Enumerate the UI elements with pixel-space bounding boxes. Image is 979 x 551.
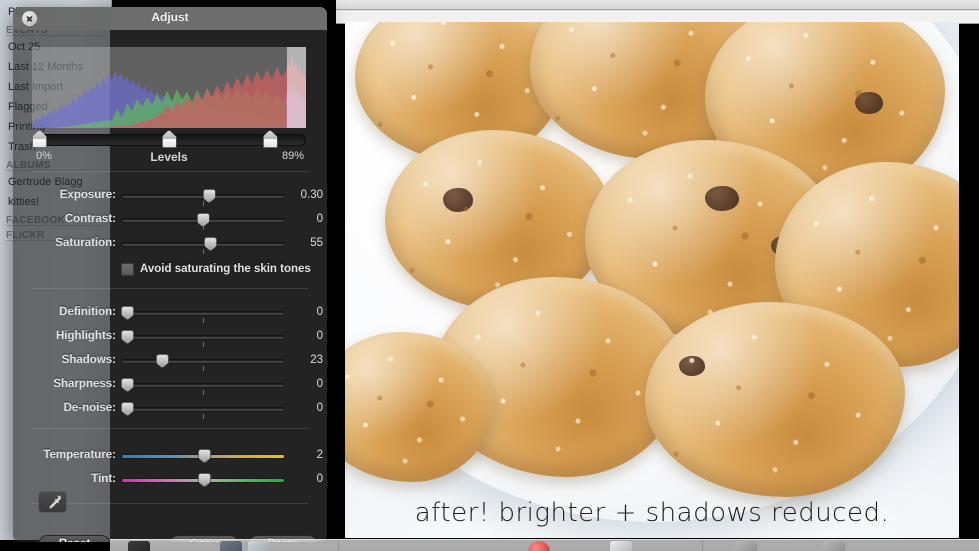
- slider-shadows-center-tick: [203, 366, 204, 371]
- dock-separator: [702, 540, 703, 551]
- slider-temperature-label: Temperature:: [43, 449, 116, 461]
- dock-icon-scanner[interactable]: [248, 541, 270, 551]
- divider-3: [32, 428, 308, 429]
- slider-tint-thumb[interactable]: [198, 473, 211, 487]
- slider-denoise-center-tick: [203, 414, 204, 419]
- slider-highlights-label: Highlights:: [55, 330, 116, 342]
- slider-sharpness-label: Sharpness:: [53, 378, 116, 390]
- slider-highlights-center-tick: [203, 342, 204, 347]
- slider-exposure-center-tick: [203, 201, 204, 206]
- slider-denoise[interactable]: De-noise: 0: [13, 399, 327, 423]
- slider-denoise-value: 0: [316, 402, 323, 414]
- levels-labels: 0% Levels 89%: [32, 150, 306, 166]
- slider-definition-value: 0: [316, 306, 323, 318]
- eyedropper-icon[interactable]: [38, 491, 67, 513]
- viewer-toolbar: [336, 0, 979, 24]
- slider-temperature-thumb[interactable]: [198, 449, 211, 463]
- avoid-skin-tones-checkbox[interactable]: [121, 263, 134, 276]
- dock-icon-folder[interactable]: [220, 541, 242, 551]
- dock-icon-photos[interactable]: [528, 541, 550, 551]
- slider-highlights-track[interactable]: [121, 335, 285, 340]
- slider-tint-value: 0: [316, 473, 323, 485]
- toolbar-rule: [336, 9, 979, 10]
- divider-1: [32, 171, 308, 172]
- dock-icon-terminal[interactable]: [128, 541, 150, 551]
- dock[interactable]: [110, 539, 979, 551]
- slider-denoise-track[interactable]: [121, 407, 285, 412]
- histogram-highlight-region: [287, 47, 306, 128]
- slider-sharpness-center-tick: [203, 390, 204, 395]
- slider-exposure-label: Exposure:: [59, 189, 116, 201]
- chocolate-chip: [443, 188, 473, 212]
- slider-tint-label: Tint:: [91, 473, 116, 485]
- slider-shadows-track[interactable]: [121, 359, 285, 364]
- slider-shadows[interactable]: Shadows: 23: [13, 351, 327, 375]
- slider-temperature[interactable]: Temperature: 2: [13, 446, 327, 470]
- levels-title: Levels: [150, 150, 188, 164]
- slider-sharpness[interactable]: Sharpness: 0: [13, 375, 327, 399]
- slider-shadows-value: 23: [310, 354, 323, 366]
- slider-highlights[interactable]: Highlights: 0: [13, 327, 327, 351]
- slider-contrast[interactable]: Contrast: 0: [13, 210, 327, 234]
- close-icon[interactable]: [22, 11, 37, 26]
- slider-denoise-thumb[interactable]: [121, 402, 134, 416]
- divider-2: [32, 288, 308, 289]
- slider-saturation-value: 55: [310, 237, 323, 249]
- skin-tone-checkbox-row[interactable]: Avoid saturating the skin tones: [13, 262, 327, 280]
- panel-body: 0% Levels 89% Exposure: 0.30 Contrast: 0 Sat…: [13, 30, 327, 542]
- panel-title: Adjust: [151, 10, 189, 24]
- reset-button[interactable]: Reset: [38, 535, 111, 542]
- slider-denoise-label: De-noise:: [63, 402, 116, 414]
- slider-contrast-value: 0: [316, 213, 323, 225]
- dock-icon-document[interactable]: [735, 541, 757, 551]
- slider-definition[interactable]: Definition: 0: [13, 303, 327, 327]
- adjust-panel[interactable]: Adjust 0% Levels 89% Exposure: 0.30 Cont…: [13, 7, 327, 542]
- dock-icon-document[interactable]: [823, 541, 845, 551]
- slider-saturation-thumb[interactable]: [204, 237, 218, 251]
- slider-sharpness-value: 0: [316, 378, 323, 390]
- slider-definition-thumb[interactable]: [121, 306, 134, 320]
- slider-shadows-thumb[interactable]: [155, 354, 169, 368]
- avoid-skin-tones-label: Avoid saturating the skin tones: [140, 263, 311, 275]
- slider-definition-label: Definition:: [59, 306, 116, 318]
- slider-saturation[interactable]: Saturation: 55: [13, 234, 327, 258]
- slider-sharpness-track[interactable]: [121, 383, 285, 388]
- toolbar-rule-highlight: [336, 11, 979, 12]
- slider-highlights-value: 0: [316, 330, 323, 342]
- slider-definition-track[interactable]: [121, 311, 285, 316]
- chocolate-chip: [679, 356, 705, 376]
- slider-shadows-label: Shadows:: [61, 354, 116, 366]
- levels-black-point-handle[interactable]: [32, 130, 47, 148]
- slider-sharpness-thumb[interactable]: [121, 378, 134, 392]
- screen: PlacesEVENTSOct 25Last 12 MonthsLast Imp…: [0, 0, 979, 551]
- slider-contrast-label: Contrast:: [64, 213, 116, 225]
- slider-definition-center-tick: [203, 318, 204, 323]
- slider-exposure-value: 0.30: [300, 189, 323, 201]
- chocolate-chip: [855, 92, 883, 114]
- slider-saturation-track[interactable]: [121, 242, 285, 247]
- slider-exposure-thumb[interactable]: [202, 189, 216, 203]
- slider-exposure[interactable]: Exposure: 0.30: [13, 186, 327, 210]
- slider-contrast-thumb[interactable]: [196, 213, 210, 227]
- chocolate-chip: [705, 186, 739, 211]
- dock-separator: [338, 540, 339, 551]
- photo-image: after! brighter + shadows reduced.: [345, 22, 959, 538]
- dock-icon-preview[interactable]: [610, 541, 632, 551]
- levels-max-label: 89%: [281, 150, 304, 162]
- slider-highlights-thumb[interactable]: [121, 330, 134, 344]
- photo-caption: after! brighter + shadows reduced.: [414, 498, 890, 528]
- photo-viewer[interactable]: after! brighter + shadows reduced.: [345, 22, 959, 538]
- levels-midpoint-handle[interactable]: [161, 130, 177, 148]
- slider-temperature-value: 2: [316, 449, 323, 461]
- divider-4: [32, 503, 308, 504]
- levels-white-point-handle[interactable]: [262, 130, 278, 148]
- slider-saturation-center-tick: [203, 249, 204, 254]
- histogram-shadow-region: [32, 47, 287, 128]
- slider-saturation-label: Saturation:: [55, 237, 116, 249]
- histogram: [32, 47, 306, 128]
